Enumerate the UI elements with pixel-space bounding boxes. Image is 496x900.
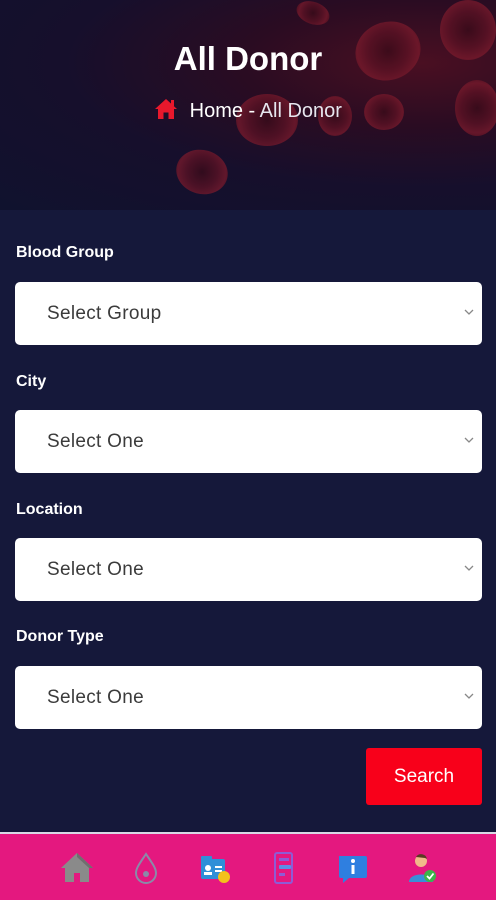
- donor-card-icon: [201, 856, 230, 883]
- breadcrumb-separator: -: [248, 100, 256, 122]
- profile-icon: [409, 854, 436, 882]
- page-header: All Donor Home - All Donor: [0, 0, 496, 210]
- location-select[interactable]: Select One: [15, 538, 482, 601]
- blood-cell-decoration: [171, 144, 233, 200]
- donor-type-label: Donor Type: [16, 628, 104, 645]
- request-list-icon: [274, 852, 293, 884]
- city-label: City: [16, 373, 47, 390]
- breadcrumb-current: All Donor: [259, 100, 342, 122]
- search-button[interactable]: Search: [366, 748, 482, 805]
- chevron-down-icon: [464, 565, 474, 571]
- blood-cell-decoration: [293, 0, 333, 30]
- bottom-nav: [0, 832, 496, 900]
- donor-type-select[interactable]: Select One: [15, 666, 482, 729]
- breadcrumb-home-link[interactable]: Home: [190, 100, 243, 122]
- city-select-value: Select One: [47, 431, 144, 452]
- donor-type-select-value: Select One: [47, 687, 144, 708]
- nav-home[interactable]: [59, 850, 95, 886]
- nav-requests[interactable]: [266, 850, 302, 886]
- blood-group-select-value: Select Group: [47, 303, 162, 324]
- info-icon: [339, 856, 367, 883]
- chevron-down-icon: [464, 693, 474, 699]
- blood-group-label: Blood Group: [16, 244, 114, 261]
- nav-blood[interactable]: [128, 850, 164, 886]
- location-select-value: Select One: [47, 559, 144, 580]
- city-select[interactable]: Select One: [15, 410, 482, 473]
- page-title: All Donor: [173, 40, 323, 77]
- nav-donor-card[interactable]: [197, 850, 233, 886]
- location-label: Location: [16, 501, 83, 518]
- breadcrumb: Home - All Donor: [0, 98, 496, 123]
- blood-drop-icon: [134, 852, 158, 884]
- home-icon[interactable]: [154, 99, 190, 122]
- nav-profile[interactable]: [404, 850, 440, 886]
- chevron-down-icon: [464, 437, 474, 443]
- nav-info[interactable]: [335, 850, 371, 886]
- home-icon: [61, 853, 93, 882]
- chevron-down-icon: [464, 309, 474, 315]
- blood-group-select[interactable]: Select Group: [15, 282, 482, 345]
